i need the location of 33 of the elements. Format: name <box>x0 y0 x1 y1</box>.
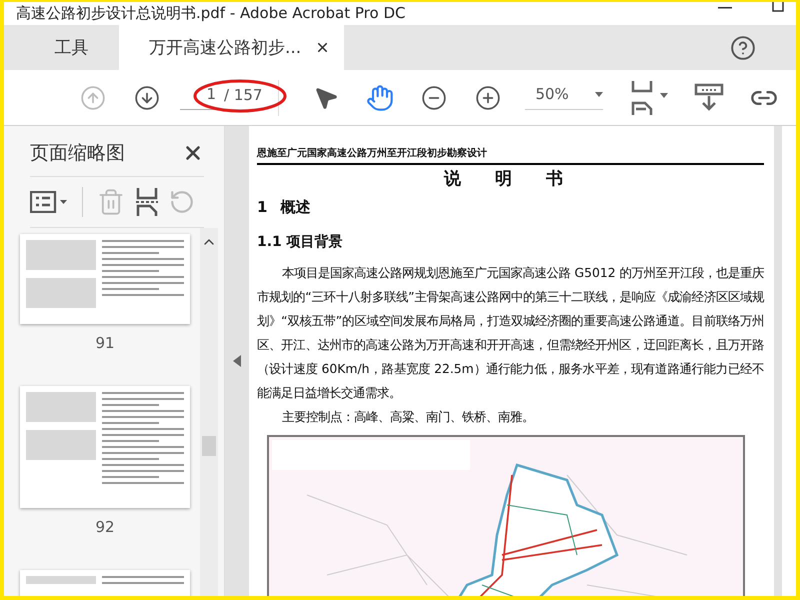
document-title: 说 明 书 <box>442 168 578 190</box>
tab[interactable]: 万开高速公路初步... <box>119 25 344 70</box>
section-heading: 1 概述 <box>257 198 312 217</box>
page-thumbnail[interactable] <box>20 570 190 596</box>
maximize-icon[interactable] <box>772 2 784 12</box>
next-page-icon[interactable] <box>134 84 160 110</box>
zoom-dropdown[interactable]: 50% <box>525 85 604 110</box>
zoom-in-icon[interactable] <box>475 84 502 110</box>
page-number: 92 <box>95 518 115 536</box>
panel-title: 页面缩略图 <box>30 141 125 166</box>
page-thumbnail[interactable] <box>20 386 190 508</box>
tab[interactable]: 工具 <box>24 25 119 70</box>
page-thumbnail[interactable] <box>20 234 190 324</box>
help-icon[interactable] <box>730 34 756 60</box>
zoom-out-icon[interactable] <box>421 84 448 110</box>
scrollbar[interactable] <box>200 228 218 596</box>
paragraph: 本项目是国家高速公路网规划恩施至广元国家高速公路 G5012 的万州至开江段，也是重庆市规划的“三环十八射多联线”主骨架高速公路网中的第三十二联线，是响应《成渝经济区区域规划》“双核五带”的区域空间发展布局格局，打造双城经济圈的重要高速公路通道。目前联络万州区、开江、达州市的高速公路为万开高速和开开高速，但需绕经开州区，迂回距离长，且万开路（设计速度 60Km/h，路基宽度 22.5m）通行能力低，服务水平差，现有道路通行能力已经不能满足日益增长交通需求。 <box>257 264 764 402</box>
hand-icon[interactable] <box>366 84 394 112</box>
fit-page-icon[interactable] <box>630 80 670 114</box>
options-menu-icon[interactable] <box>30 191 68 213</box>
collapse-panel-icon[interactable] <box>233 355 241 367</box>
page-count: / 157 <box>224 86 262 106</box>
paragraph: 主要控制点：高峰、高粱、南门、铁桥、南雅。 <box>280 408 535 426</box>
read-mode-icon[interactable] <box>694 82 724 112</box>
page-number-field[interactable]: 1 <box>180 85 216 110</box>
subsection-heading: 1.1 项目背景 <box>257 233 344 251</box>
close-icon[interactable] <box>315 40 330 55</box>
caret-icon[interactable] <box>595 92 604 96</box>
page-number: 91 <box>95 334 115 352</box>
extract-pages-icon[interactable] <box>135 188 159 216</box>
running-header: 恩施至广元国家高速公路万州至开江段初步勘察设计 <box>257 146 764 165</box>
scrollbar-thumb[interactable] <box>202 436 216 456</box>
window-title: 高速公路初步设计总说明书.pdf - Adobe Acrobat Pro DC <box>16 4 406 23</box>
